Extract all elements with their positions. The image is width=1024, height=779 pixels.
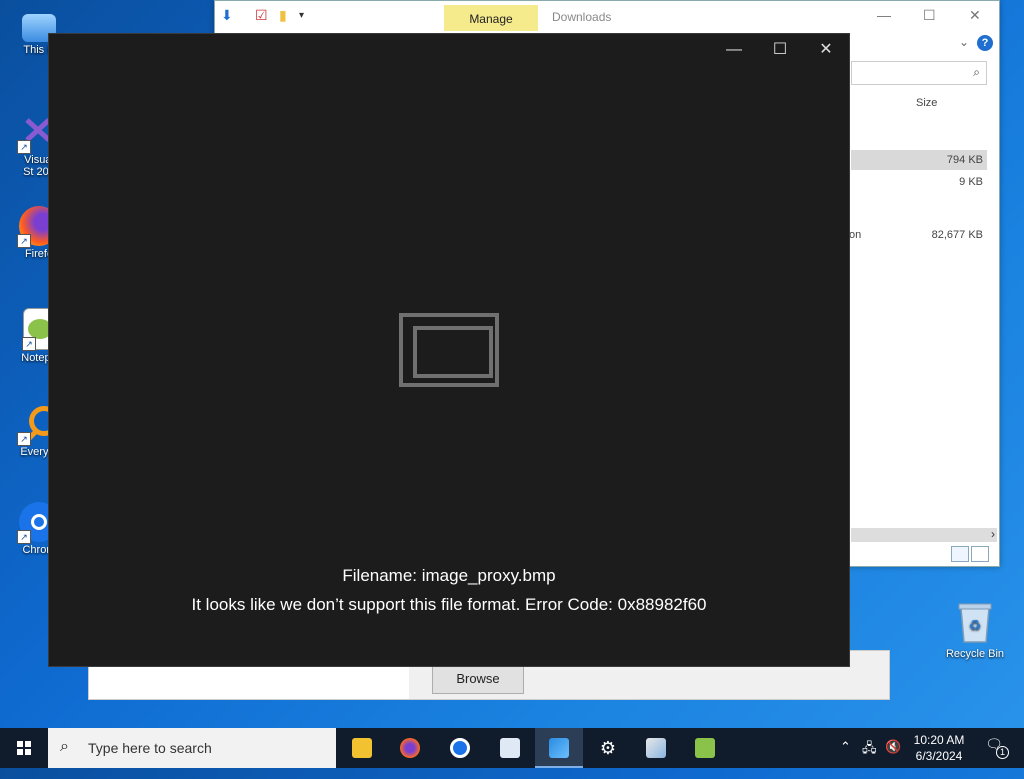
firefox-icon — [400, 738, 420, 758]
new-folder-icon[interactable]: ▮ — [279, 7, 287, 24]
minimize-button[interactable]: — — [711, 34, 757, 66]
paint-icon — [646, 738, 666, 758]
shortcut-arrow-icon: ↗ — [17, 432, 31, 446]
view-toggle[interactable] — [951, 546, 991, 564]
details-view-icon[interactable] — [951, 546, 969, 562]
taskbar-app-firefox[interactable] — [386, 728, 434, 768]
taskbar-app-photos[interactable] — [535, 728, 583, 768]
desktop-icon-recycle-bin[interactable]: ♻ Recycle Bin — [940, 600, 1010, 660]
explorer-title: Downloads — [552, 10, 612, 24]
taskbar-app-notepad[interactable] — [486, 728, 534, 768]
filename-text: Filename: image_proxy.bmp — [342, 566, 556, 585]
taskbar-app-file-explorer[interactable] — [338, 728, 386, 768]
shortcut-arrow-icon: ↗ — [22, 337, 36, 351]
quick-access-dropdown-icon[interactable]: ▾ — [299, 10, 304, 21]
column-header-size[interactable]: Size — [916, 97, 937, 109]
shortcut-arrow-icon: ↗ — [17, 530, 31, 544]
large-icons-view-icon[interactable] — [971, 546, 989, 562]
tab-manage[interactable]: Manage — [444, 5, 538, 31]
shortcut-arrow-icon: ↗ — [17, 140, 31, 154]
taskbar-search-box[interactable]: ⌕ Type here to search — [48, 728, 336, 768]
chrome-icon — [450, 738, 470, 758]
settings-icon: ⚙ — [599, 738, 617, 758]
maximize-button[interactable]: ☐ — [757, 34, 803, 66]
start-button[interactable] — [0, 728, 48, 768]
file-explorer-icon — [352, 738, 372, 758]
recycle-bin-label: Recycle Bin — [945, 648, 1005, 660]
browse-button[interactable]: Browse — [432, 664, 524, 694]
search-placeholder: Type here to search — [88, 740, 212, 756]
search-input[interactable]: ⌕ — [851, 61, 987, 85]
windows-logo-icon — [17, 741, 31, 755]
notification-count: 1 — [996, 746, 1009, 759]
recycle-bin-icon: ♻ — [957, 600, 993, 644]
search-icon: ⌕ — [973, 65, 980, 79]
taskbar-app-chrome[interactable] — [436, 728, 484, 768]
photos-viewer-window[interactable]: — ☐ ✕ Filename: image_proxy.bmp It looks… — [48, 33, 850, 667]
taskbar-app-notepad-plus-plus[interactable] — [681, 728, 729, 768]
download-arrow-icon[interactable]: ⬇ — [221, 7, 233, 24]
svg-text:♻: ♻ — [969, 618, 982, 634]
notepad-icon — [500, 738, 520, 758]
file-row[interactable]: 9 KB — [851, 172, 987, 192]
horizontal-scrollbar[interactable]: › — [851, 527, 997, 542]
action-center-button[interactable]: 🗨 1 — [980, 736, 1009, 760]
clock-date: 6/3/2024 — [915, 749, 963, 763]
error-message: It looks like we don’t support this file… — [191, 595, 707, 614]
help-icon[interactable]: ? — [977, 35, 993, 51]
search-icon: ⌕ — [60, 738, 69, 755]
system-clock[interactable]: 10:20 AM 6/3/2024 — [906, 732, 972, 764]
maximize-icon[interactable]: ☐ — [923, 7, 936, 24]
file-name-fragment: on — [849, 229, 862, 241]
taskbar-app-paint[interactable] — [632, 728, 680, 768]
scroll-right-icon[interactable]: › — [991, 527, 995, 541]
file-size: 82,677 KB — [931, 229, 983, 241]
close-button[interactable]: ✕ — [803, 34, 849, 66]
minimize-icon[interactable]: — — [877, 7, 891, 23]
shortcut-arrow-icon: ↗ — [17, 234, 31, 248]
file-size: 794 KB — [946, 154, 983, 166]
explorer-titlebar: ⬇ ☑ ▮ ▾ Manage Downloads — ☐ ✕ — [215, 1, 999, 33]
taskbar-app-settings[interactable]: ⚙ — [584, 728, 632, 768]
file-size: 9 KB — [959, 176, 983, 188]
unsupported-image-icon — [399, 313, 499, 387]
ribbon-expand-icon[interactable]: ⌄ — [959, 35, 969, 49]
photos-icon — [549, 738, 569, 758]
taskbar: ⌕ Type here to search ⚙ ⌃ 🖧 🔇 10:20 AM 6… — [0, 728, 1024, 768]
volume-muted-icon[interactable]: 🔇 — [885, 739, 901, 779]
network-icon[interactable]: 🖧 — [862, 739, 877, 779]
close-icon[interactable]: ✕ — [969, 7, 981, 24]
properties-icon[interactable]: ☑ — [255, 7, 268, 24]
clock-time: 10:20 AM — [913, 733, 965, 747]
file-row[interactable]: on 82,677 KB — [849, 225, 987, 245]
notepad-plus-plus-icon — [695, 738, 715, 758]
file-row[interactable]: 794 KB — [851, 150, 987, 170]
show-hidden-icons-chevron-icon[interactable]: ⌃ — [840, 739, 851, 779]
